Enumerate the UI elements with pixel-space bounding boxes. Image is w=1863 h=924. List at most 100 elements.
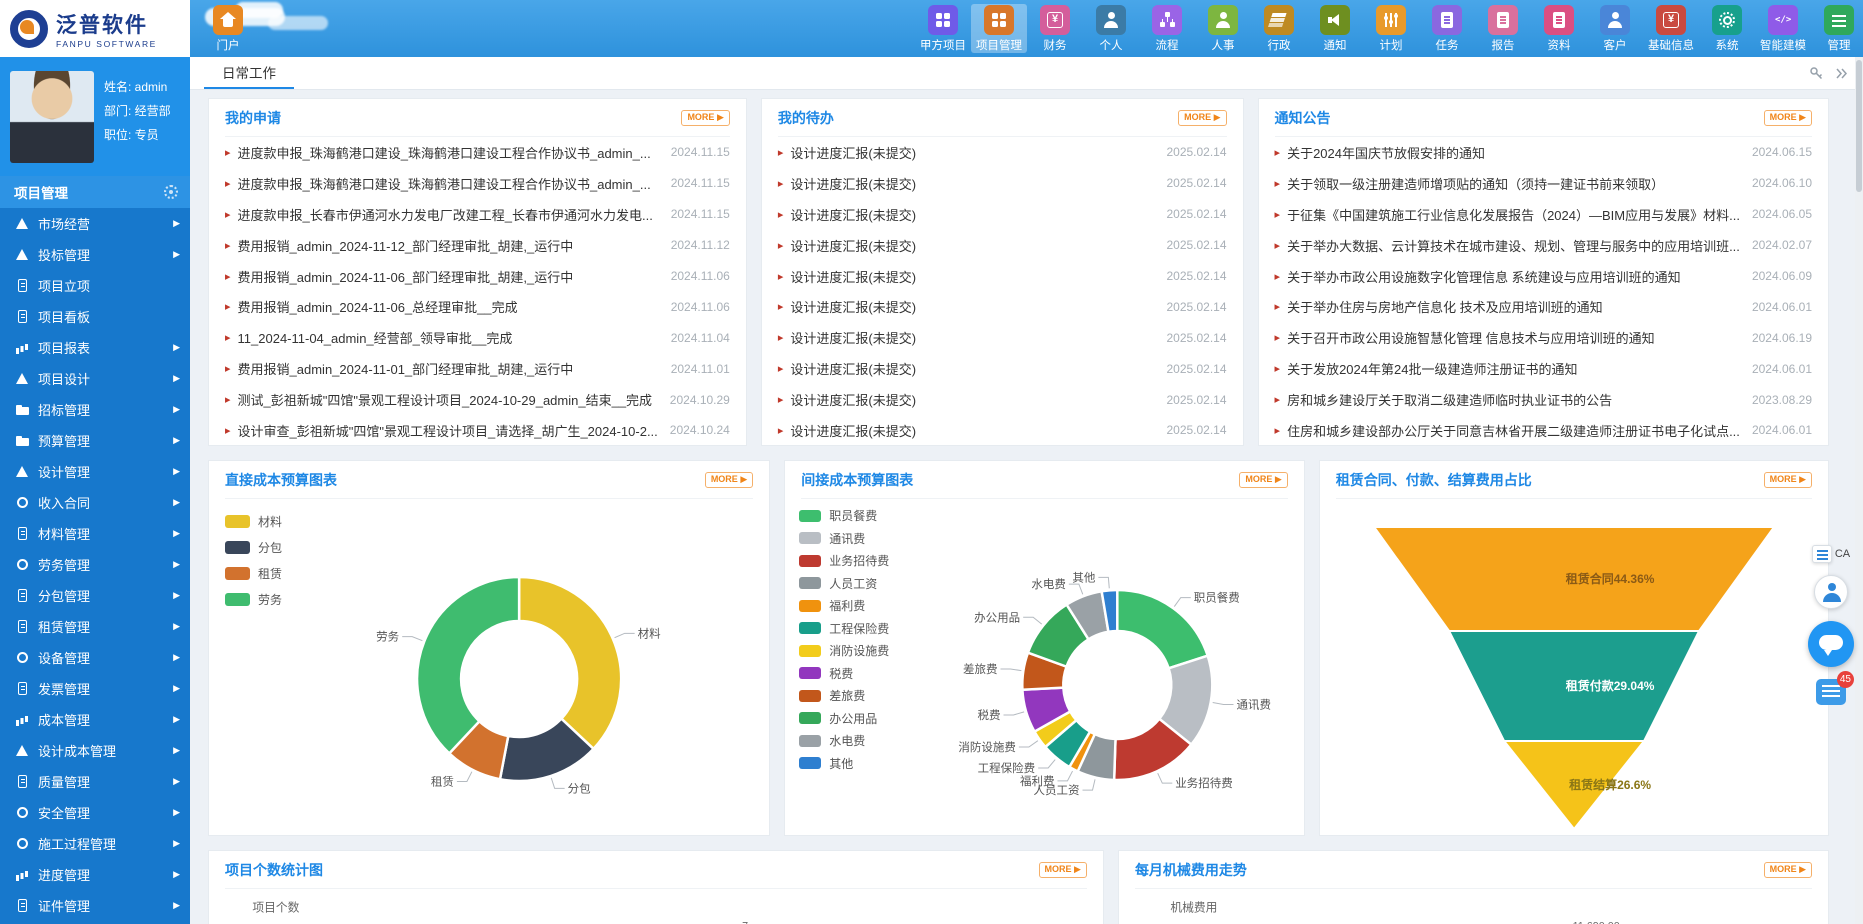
item-text[interactable]: 住房和城乡建设部办公厅关于同意吉林省开展二级建造师注册证书电子化试点...	[1287, 421, 1740, 440]
nav-item-task[interactable]: 任务	[1419, 4, 1475, 53]
more-button[interactable]: MORE ▶	[1764, 110, 1812, 126]
nav-item-system[interactable]: 系统	[1699, 4, 1755, 53]
list-item[interactable]: ▸设计进度汇报(未提交)2025.02.14	[778, 291, 1227, 322]
sidebar-item-tender[interactable]: 招标管理▶	[0, 394, 190, 425]
sidebar-section-header[interactable]: 项目管理	[0, 176, 190, 208]
item-text[interactable]: 设计进度汇报(未提交)	[790, 143, 1154, 162]
contact-person-icon[interactable]	[1814, 575, 1848, 609]
sidebar-item-lease[interactable]: 租赁管理▶	[0, 611, 190, 642]
item-text[interactable]: 设计进度汇报(未提交)	[790, 359, 1154, 378]
list-item[interactable]: ▸设计审查_彭祖新城"四馆"景观工程设计项目_请选择_胡广生_2024-10-2…	[225, 415, 730, 446]
list-item[interactable]: ▸设计进度汇报(未提交)2025.02.14	[778, 353, 1227, 384]
item-text[interactable]: 进度款申报_长春市伊通河水力发电厂改建工程_长春市伊通河水力发电...	[238, 205, 659, 224]
list-item[interactable]: ▸设计进度汇报(未提交)2025.02.14	[778, 322, 1227, 353]
sidebar-item-progress[interactable]: 进度管理▶	[0, 859, 190, 890]
slice-材料[interactable]	[519, 577, 621, 749]
list-item[interactable]: ▸费用报销_admin_2024-11-01_部门经理审批_胡建,_运行中202…	[225, 353, 730, 384]
item-text[interactable]: 费用报销_admin_2024-11-01_部门经理审批_胡建,_运行中	[238, 359, 659, 378]
nav-item-portal[interactable]: 门户	[200, 4, 256, 53]
list-item[interactable]: ▸设计进度汇报(未提交)2025.02.14	[778, 261, 1227, 292]
item-text[interactable]: 进度款申报_珠海鹤港口建设_珠海鹤港口建设工程合作协议书_admin_...	[238, 174, 659, 193]
nav-item-management[interactable]: 管理	[1811, 4, 1863, 53]
list-item[interactable]: ▸关于发放2024年第24批一级建造师注册证书的通知2024.06.01	[1275, 353, 1812, 384]
legend-item-消防设施费[interactable]: 消防设施费	[799, 642, 889, 659]
item-text[interactable]: 关于领取一级注册建造师增项贴的通知（须持一建证书前来领取）	[1287, 174, 1740, 193]
sidebar-item-material[interactable]: 材料管理▶	[0, 518, 190, 549]
more-button[interactable]: MORE ▶	[1039, 862, 1087, 878]
sidebar-item-project-initiation[interactable]: 项目立项	[0, 270, 190, 301]
list-item[interactable]: ▸关于领取一级注册建造师增项贴的通知（须持一建证书前来领取）2024.06.10	[1275, 168, 1812, 199]
sidebar-item-income-contract[interactable]: 收入合同▶	[0, 487, 190, 518]
list-item[interactable]: ▸设计进度汇报(未提交)2025.02.14	[778, 199, 1227, 230]
nav-item-finance[interactable]: 财务	[1027, 4, 1083, 53]
nav-item-admin-affairs[interactable]: 行政	[1251, 4, 1307, 53]
list-item[interactable]: ▸设计进度汇报(未提交)2025.02.14	[778, 415, 1227, 446]
legend-item-劳务[interactable]: 劳务	[225, 591, 282, 608]
list-item[interactable]: ▸关于2024年国庆节放假安排的通知2024.06.15	[1275, 137, 1812, 168]
list-item[interactable]: ▸设计进度汇报(未提交)2025.02.14	[778, 230, 1227, 261]
legend-item-租赁[interactable]: 租赁	[225, 565, 282, 582]
list-item[interactable]: ▸费用报销_admin_2024-11-06_总经理审批__完成2024.11.…	[225, 291, 730, 322]
list-item[interactable]: ▸费用报销_admin_2024-11-06_部门经理审批_胡建,_运行中202…	[225, 261, 730, 292]
legend-item-材料[interactable]: 材料	[225, 513, 282, 530]
item-text[interactable]: 进度款申报_珠海鹤港口建设_珠海鹤港口建设工程合作协议书_admin_...	[238, 143, 659, 162]
item-text[interactable]: 设计进度汇报(未提交)	[790, 297, 1154, 316]
nav-item-project-mgmt[interactable]: 项目管理	[971, 4, 1027, 53]
nav-item-customer[interactable]: 客户	[1587, 4, 1643, 53]
legend-item-分包[interactable]: 分包	[225, 539, 282, 556]
sidebar-item-quality[interactable]: 质量管理▶	[0, 766, 190, 797]
sidebar-item-design-cost[interactable]: 设计成本管理▶	[0, 735, 190, 766]
item-text[interactable]: 测试_彭祖新城"四馆"景观工程设计项目_2024-10-29_admin_结束_…	[238, 390, 658, 409]
sidebar-item-market[interactable]: 市场经营▶	[0, 208, 190, 239]
item-text[interactable]: 设计进度汇报(未提交)	[790, 328, 1154, 347]
sidebar-item-design[interactable]: 设计管理▶	[0, 456, 190, 487]
legend-item-通讯费[interactable]: 通讯费	[799, 530, 889, 547]
list-item[interactable]: ▸关于举办大数据、云计算技术在城市建设、规划、管理与服务中的应用培训班...20…	[1275, 230, 1812, 261]
nav-item-client-project[interactable]: 甲方项目	[915, 4, 971, 53]
nav-item-report[interactable]: 报告	[1475, 4, 1531, 53]
message-center-icon[interactable]: 45	[1816, 679, 1846, 705]
item-text[interactable]: 设计进度汇报(未提交)	[790, 390, 1154, 409]
list-item[interactable]: ▸住房和城乡建设部办公厅关于同意吉林省开展二级建造师注册证书电子化试点...20…	[1275, 415, 1812, 446]
list-item[interactable]: ▸设计进度汇报(未提交)2025.02.14	[778, 168, 1227, 199]
tab-daily-work[interactable]: 日常工作	[204, 57, 294, 89]
item-text[interactable]: 关于发放2024年第24批一级建造师注册证书的通知	[1287, 359, 1740, 378]
item-text[interactable]: 设计进度汇报(未提交)	[790, 236, 1154, 255]
sidebar-item-project-board[interactable]: 项目看板	[0, 301, 190, 332]
legend-item-业务招待费[interactable]: 业务招待费	[799, 552, 889, 569]
sidebar-item-invoice[interactable]: 发票管理▶	[0, 673, 190, 704]
item-text[interactable]: 设计审查_彭祖新城"四馆"景观工程设计项目_请选择_胡广生_2024-10-2.…	[238, 421, 658, 440]
nav-item-smart-modeling[interactable]: 智能建模	[1755, 4, 1811, 53]
list-item[interactable]: ▸费用报销_admin_2024-11-12_部门经理审批_胡建,_运行中202…	[225, 230, 730, 261]
item-text[interactable]: 房和城乡建设厅关于取消二级建造师临时执业证书的公告	[1287, 390, 1740, 409]
more-button[interactable]: MORE ▶	[681, 110, 729, 126]
settings-gear-icon[interactable]	[164, 185, 178, 199]
item-text[interactable]: 设计进度汇报(未提交)	[790, 174, 1154, 193]
list-item[interactable]: ▸测试_彭祖新城"四馆"景观工程设计项目_2024-10-29_admin_结束…	[225, 384, 730, 415]
nav-item-docs[interactable]: 资料	[1531, 4, 1587, 53]
item-text[interactable]: 关于举办市政公用设施数字化管理信息 系统建设与应用培训班的通知	[1287, 267, 1740, 286]
sidebar-item-budget[interactable]: 预算管理▶	[0, 425, 190, 456]
list-item[interactable]: ▸进度款申报_珠海鹤港口建设_珠海鹤港口建设工程合作协议书_admin_...2…	[225, 168, 730, 199]
list-item[interactable]: ▸关于举办住房与房地产信息化 技术及应用培训班的通知2024.06.01	[1275, 291, 1812, 322]
item-text[interactable]: 设计进度汇报(未提交)	[790, 421, 1154, 440]
item-text[interactable]: 11_2024-11-04_admin_经营部_领导审批__完成	[238, 328, 659, 347]
vertical-scrollbar[interactable]	[1855, 57, 1863, 924]
list-item[interactable]: ▸11_2024-11-04_admin_经营部_领导审批__完成2024.11…	[225, 322, 730, 353]
more-button[interactable]: MORE ▶	[1239, 472, 1287, 488]
key-icon[interactable]	[1809, 66, 1824, 81]
list-item[interactable]: ▸关于召开市政公用设施智慧化管理 信息技术与应用培训班的通知2024.06.19	[1275, 322, 1812, 353]
sidebar-item-project-report[interactable]: 项目报表▶	[0, 332, 190, 363]
sidebar-item-labor[interactable]: 劳务管理▶	[0, 549, 190, 580]
sidebar-item-certificate[interactable]: 证件管理▶	[0, 890, 190, 921]
legend-item-人员工资[interactable]: 人员工资	[799, 575, 889, 592]
slice-劳务[interactable]	[417, 577, 519, 753]
list-item[interactable]: ▸进度款申报_珠海鹤港口建设_珠海鹤港口建设工程合作协议书_admin_...2…	[225, 137, 730, 168]
item-text[interactable]: 设计进度汇报(未提交)	[790, 205, 1154, 224]
legend-item-其他[interactable]: 其他	[799, 755, 889, 772]
nav-item-workflow[interactable]: 流程	[1139, 4, 1195, 53]
list-item[interactable]: ▸于征集《中国建筑施工行业信息化发展报告（2024）—BIM应用与发展》材料..…	[1275, 199, 1812, 230]
item-text[interactable]: 费用报销_admin_2024-11-06_总经理审批__完成	[238, 297, 659, 316]
legend-item-工程保险费[interactable]: 工程保险费	[799, 620, 889, 637]
more-button[interactable]: MORE ▶	[1764, 862, 1812, 878]
